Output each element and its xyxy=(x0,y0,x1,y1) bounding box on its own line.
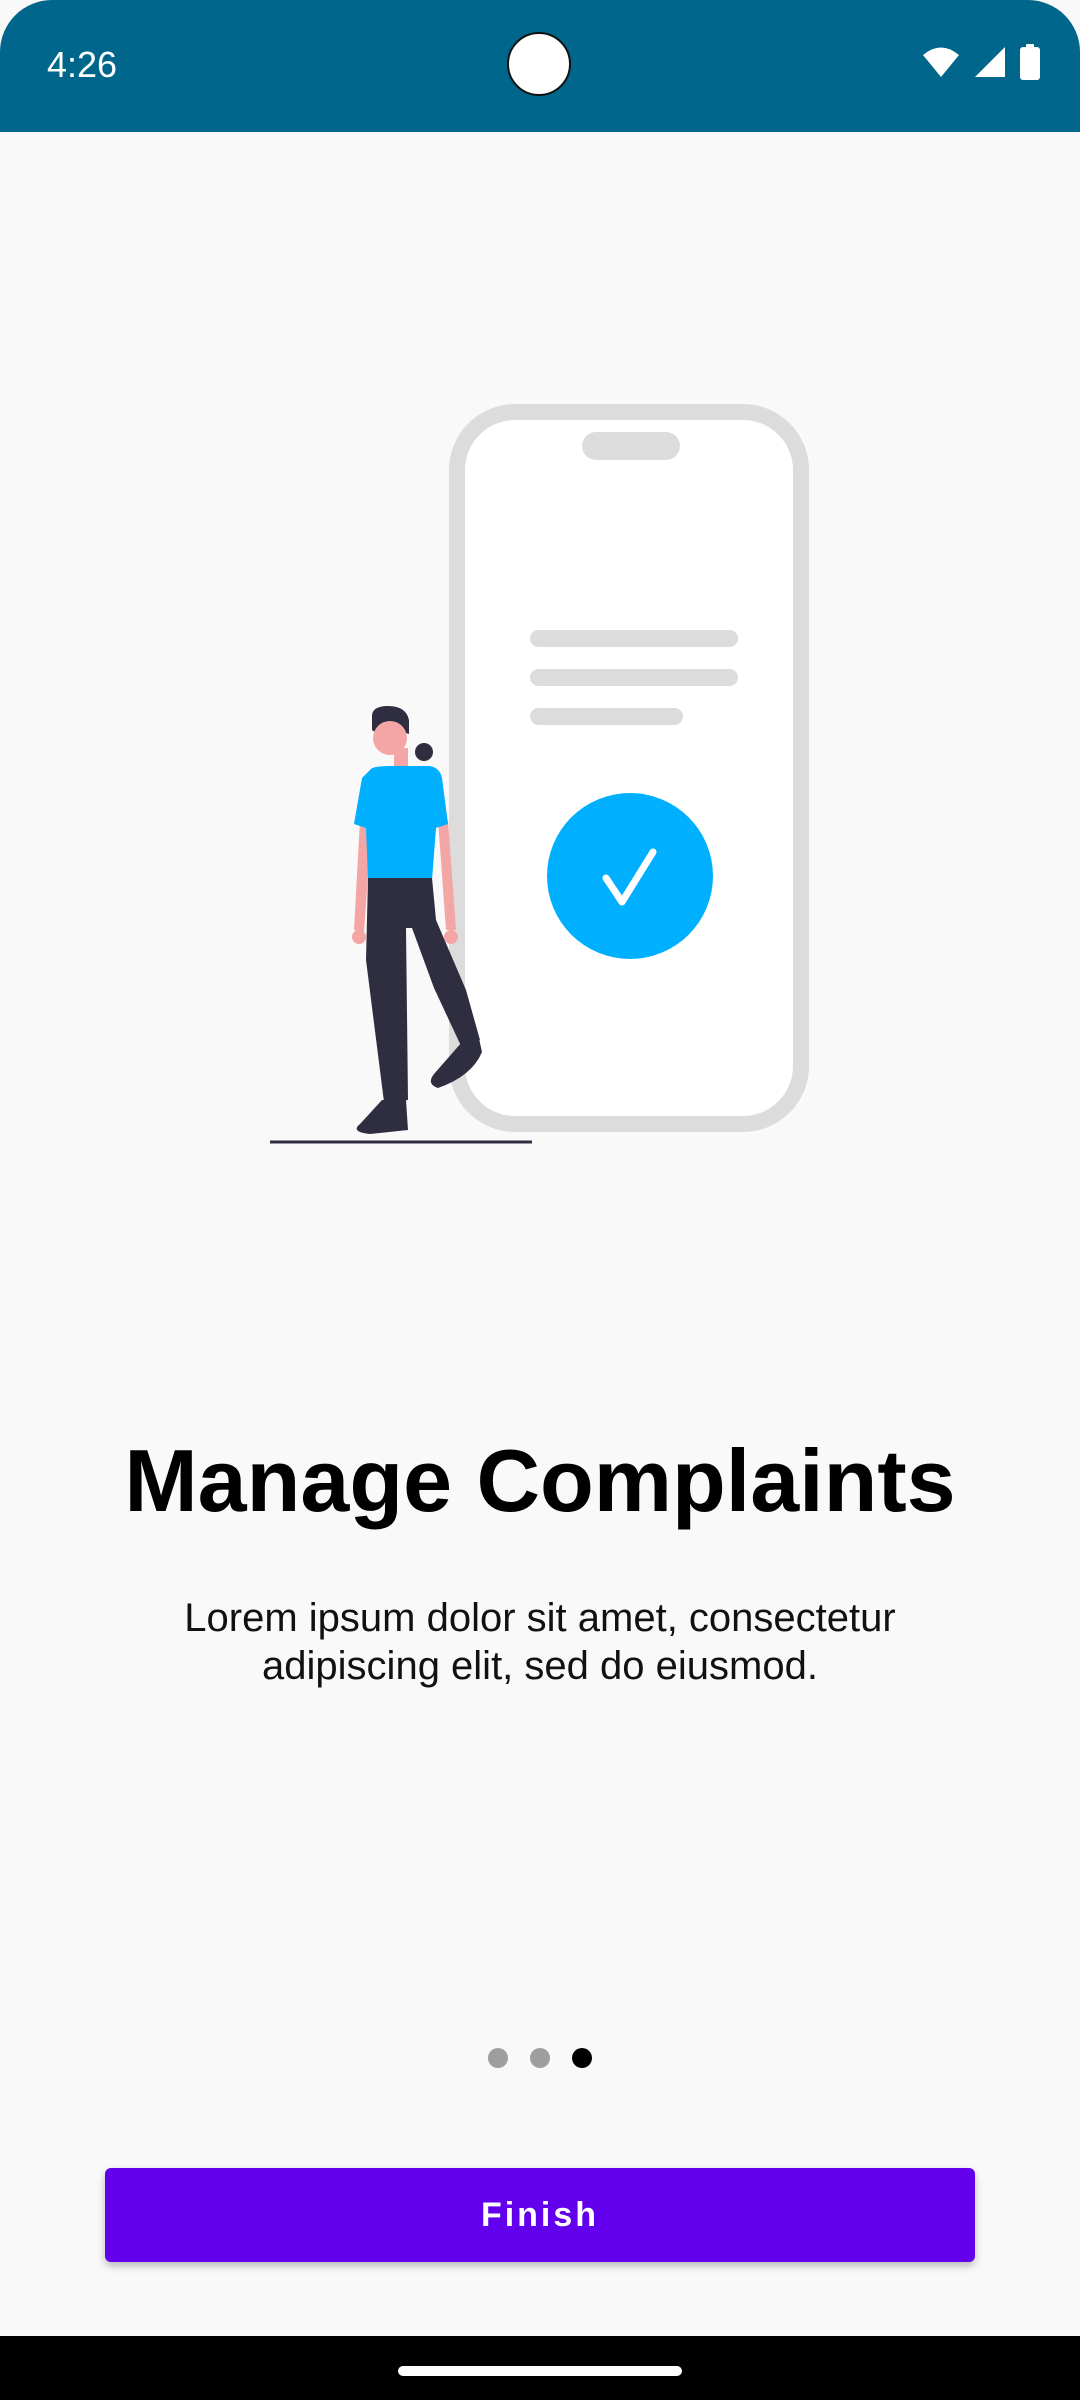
status-time: 4:26 xyxy=(47,44,118,85)
page-description: Lorem ipsum dolor sit amet, consectetur … xyxy=(184,1596,896,1688)
finish-button[interactable]: Finish xyxy=(105,2168,975,2262)
phone-person-illustration xyxy=(270,404,809,1144)
status-icons xyxy=(922,42,1040,82)
page-indicator-dot-2[interactable] xyxy=(530,2048,550,2068)
page-indicator-dot-3-active[interactable] xyxy=(572,2048,592,2068)
camera-cutout xyxy=(507,32,571,96)
page-indicator xyxy=(0,2048,1080,2068)
battery-icon xyxy=(1020,44,1040,80)
onboarding-illustration xyxy=(260,400,820,1165)
home-gesture-handle[interactable] xyxy=(398,2366,682,2376)
page-title: Manage Complaints xyxy=(124,1431,956,1530)
signal-icon xyxy=(975,47,1005,77)
wifi-icon xyxy=(923,47,959,77)
status-bar: 4:26 xyxy=(0,0,1080,132)
page-indicator-dot-1[interactable] xyxy=(488,2048,508,2068)
